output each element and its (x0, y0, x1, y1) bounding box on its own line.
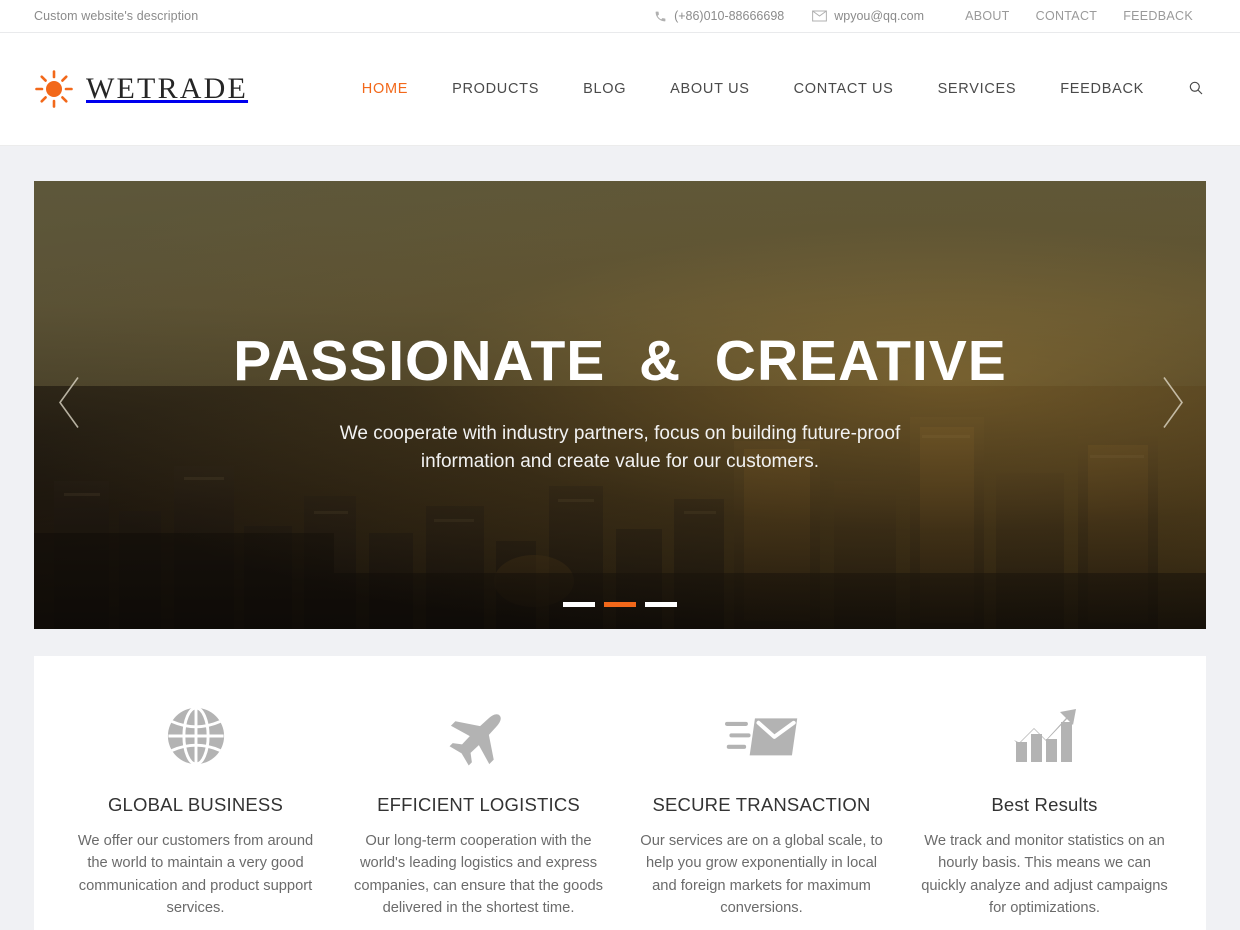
carousel-next-button[interactable] (1158, 374, 1188, 437)
phone-icon (654, 10, 667, 23)
topbar-link-contact[interactable]: CONTACT (1023, 9, 1111, 23)
globe-icon (68, 696, 323, 776)
sun-icon (34, 69, 74, 109)
top-bar: Custom website's description (+86)010-88… (0, 0, 1240, 33)
feature-efficient-logistics: EFFICIENT LOGISTICS Our long-term cooper… (337, 696, 620, 920)
nav-item-feedback[interactable]: FEEDBACK (1038, 81, 1166, 97)
hero-section: PASSIONATE & CREATIVE We cooperate with … (0, 146, 1240, 629)
email-address: wpyou@qq.com (834, 9, 925, 23)
nav-item-services[interactable]: SERVICES (916, 81, 1039, 97)
feature-title: Best Results (991, 794, 1098, 815)
feature-description: We offer our customers from around the w… (77, 833, 314, 917)
feature-description: We track and monitor statistics on an ho… (921, 833, 1168, 917)
hero-carousel: PASSIONATE & CREATIVE We cooperate with … (34, 181, 1206, 629)
hero-content: PASSIONATE & CREATIVE We cooperate with … (34, 181, 1206, 629)
growth-chart-icon (917, 696, 1172, 776)
logo[interactable]: WETRADE (34, 69, 248, 109)
nav-item-products[interactable]: PRODUCTS (430, 81, 561, 97)
carousel-dot-2[interactable] (604, 602, 636, 607)
site-description: Custom website's description (34, 9, 199, 23)
flying-envelope-icon (634, 696, 889, 776)
carousel-prev-button[interactable] (54, 374, 84, 437)
nav-item-home[interactable]: HOME (340, 81, 430, 97)
chevron-right-icon (1158, 377, 1188, 436)
features-card: GLOBAL BUSINESS We offer our customers f… (34, 656, 1206, 930)
phone-contact: (+86)010-88666698 (654, 9, 784, 23)
feature-secure-transaction: SECURE TRANSACTION Our services are on a… (620, 696, 903, 920)
chevron-left-icon (54, 377, 84, 436)
carousel-indicators (34, 602, 1206, 607)
hero-title: PASSIONATE & CREATIVE (233, 329, 1007, 393)
carousel-dot-1[interactable] (563, 602, 595, 607)
feature-title: SECURE TRANSACTION (652, 794, 871, 815)
main-navigation: HOME PRODUCTS BLOG ABOUT US CONTACT US S… (340, 80, 1206, 99)
feature-description: Our services are on a global scale, to h… (640, 833, 883, 917)
search-icon (1188, 80, 1204, 99)
feature-title: EFFICIENT LOGISTICS (377, 794, 580, 815)
features-section: GLOBAL BUSINESS We offer our customers f… (0, 629, 1240, 930)
hero-subtitle: We cooperate with industry partners, foc… (339, 423, 901, 472)
email-contact: wpyou@qq.com (812, 9, 924, 23)
envelope-icon (812, 10, 828, 22)
airplane-icon (351, 696, 606, 776)
top-bar-links: ABOUT CONTACT FEEDBACK (952, 9, 1206, 23)
topbar-link-about[interactable]: ABOUT (952, 9, 1023, 23)
phone-number: (+86)010-88666698 (674, 9, 785, 23)
nav-item-about-us[interactable]: ABOUT US (648, 81, 771, 97)
site-header: WETRADE HOME PRODUCTS BLOG ABOUT US CONT… (0, 33, 1240, 146)
logo-text: WETRADE (86, 72, 249, 105)
search-button[interactable] (1166, 80, 1206, 99)
nav-item-contact-us[interactable]: CONTACT US (772, 81, 916, 97)
feature-global-business: GLOBAL BUSINESS We offer our customers f… (54, 696, 337, 920)
feature-best-results: Best Results We track and monitor statis… (903, 696, 1186, 920)
carousel-dot-3[interactable] (645, 602, 677, 607)
feature-description: Our long-term cooperation with the world… (353, 833, 604, 917)
feature-title: GLOBAL BUSINESS (107, 794, 284, 815)
topbar-link-feedback[interactable]: FEEDBACK (1110, 9, 1206, 23)
nav-item-blog[interactable]: BLOG (561, 81, 648, 97)
top-bar-right: (+86)010-88666698 wpyou@qq.com ABOUT CON… (654, 9, 1206, 23)
